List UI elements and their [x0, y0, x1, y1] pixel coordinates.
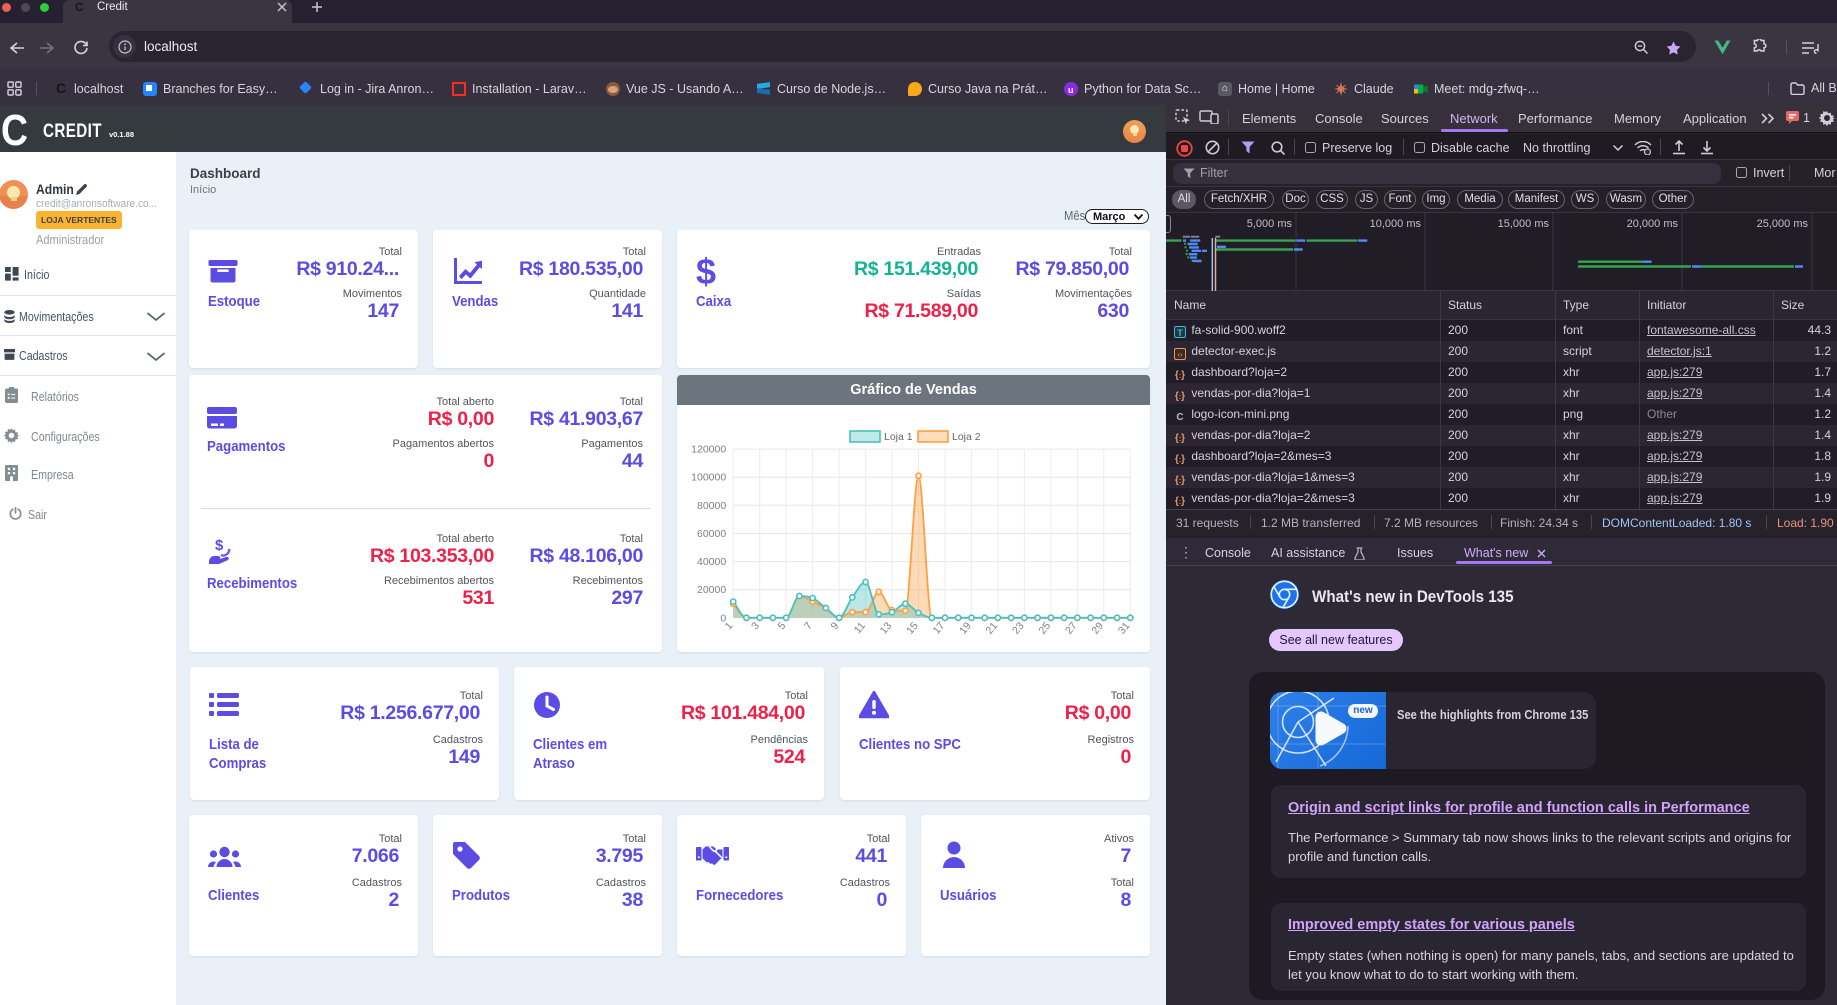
svg-text:11: 11	[852, 620, 868, 636]
svg-text:31: 31	[1116, 620, 1133, 637]
svg-text:40000: 40000	[697, 556, 726, 568]
svg-text:3: 3	[749, 620, 762, 632]
svg-text:Loja 2: Loja 2	[952, 431, 981, 443]
svg-text:17: 17	[931, 620, 948, 637]
svg-text:20000: 20000	[697, 584, 726, 596]
svg-text:20,000 ms: 20,000 ms	[1627, 218, 1679, 230]
svg-text:15,000 ms: 15,000 ms	[1498, 218, 1550, 230]
svg-text:21: 21	[983, 620, 1000, 637]
svg-text:1: 1	[723, 620, 736, 632]
svg-text:15: 15	[904, 620, 921, 637]
svg-text:7: 7	[802, 620, 815, 632]
svg-text:$: $	[696, 256, 716, 290]
svg-text:19: 19	[957, 620, 974, 637]
svg-text:25,000 ms: 25,000 ms	[1757, 218, 1809, 230]
svg-text:9: 9	[828, 620, 841, 632]
svg-text:13: 13	[878, 620, 895, 637]
svg-text:10,000 ms: 10,000 ms	[1370, 218, 1422, 230]
svg-text:80000: 80000	[697, 500, 726, 512]
svg-text:25: 25	[1036, 620, 1053, 637]
svg-text:120000: 120000	[691, 444, 726, 456]
svg-text:5: 5	[775, 620, 788, 632]
svg-text:$: $	[215, 538, 224, 554]
svg-text:5,000 ms: 5,000 ms	[1247, 218, 1293, 230]
svg-text:Loja 1: Loja 1	[884, 431, 913, 443]
svg-text:60000: 60000	[697, 528, 726, 540]
svg-text:100000: 100000	[691, 472, 726, 484]
svg-text:23: 23	[1010, 620, 1027, 637]
svg-text:29: 29	[1089, 620, 1106, 637]
svg-text:27: 27	[1063, 620, 1080, 637]
